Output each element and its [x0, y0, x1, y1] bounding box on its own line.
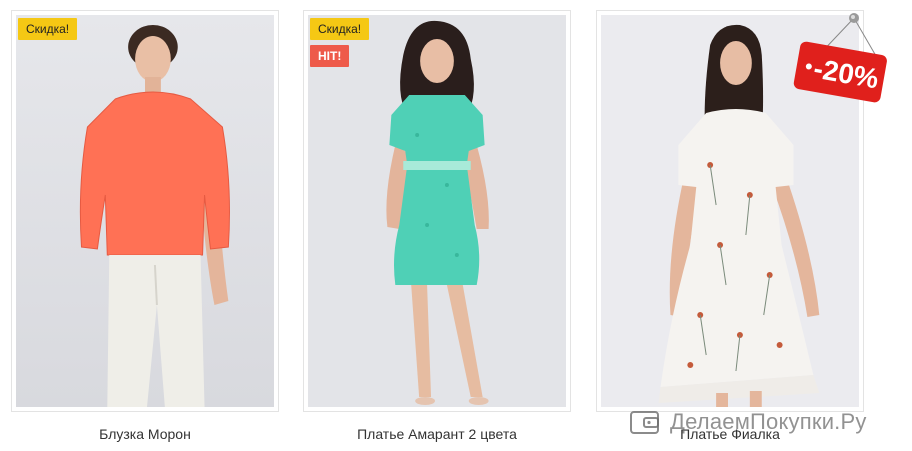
discount-tag-icon: -20%	[793, 13, 887, 103]
product-photo[interactable]	[308, 15, 566, 407]
watermark: ДелаемПокупки.Ру	[630, 404, 867, 440]
hit-badge: HIT!	[310, 45, 350, 67]
product-image-link[interactable]: Скидка! HIT!	[303, 10, 571, 412]
model-photo-blouse	[16, 15, 274, 407]
product-photo[interactable]	[16, 15, 274, 407]
product-name-link[interactable]: Платье Амарант 2 цвета	[303, 426, 571, 442]
sale-badge: Скидка!	[310, 18, 370, 40]
discount-sticker: -20%	[788, 12, 892, 106]
model-photo-mint-dress	[308, 15, 566, 407]
wallet-icon	[630, 411, 659, 434]
sale-badge: Скидка!	[18, 18, 78, 40]
watermark-text: ДелаемПокупки.Ру	[670, 409, 867, 434]
product-name-link[interactable]: Блузка Морон	[11, 426, 279, 442]
product-card-moron-blouse[interactable]: Скидка! Блузка Морон	[11, 10, 279, 442]
product-image-link[interactable]: Скидка!	[11, 10, 279, 412]
product-card-amarant-dress[interactable]: Скидка! HIT! Платье Амарант 2 цвета	[303, 10, 571, 442]
